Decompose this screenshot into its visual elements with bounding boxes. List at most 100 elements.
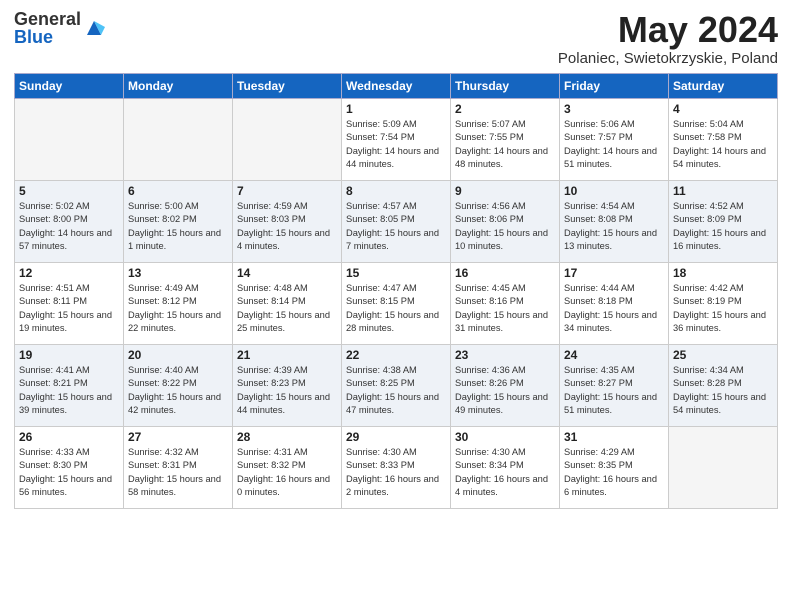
sunset-label: Sunset: 8:19 PM <box>673 296 742 306</box>
table-row: 31Sunrise: 4:29 AMSunset: 8:35 PMDayligh… <box>560 426 669 508</box>
table-row: 9 Sunrise: 4:56 AMSunset: 8:06 PMDaylight… <box>451 180 560 262</box>
day-info: Sunrise: 4:44 AMSunset: 8:18 PMDaylight:… <box>564 282 664 336</box>
sunrise-label: Sunrise: 5:04 AM <box>673 119 744 129</box>
col-tuesday: Tuesday <box>233 73 342 98</box>
sunrise-label: Sunrise: 4:34 AM <box>673 365 744 375</box>
col-monday: Monday <box>124 73 233 98</box>
daylight-label: Daylight: 15 hours and 58 minutes. <box>128 474 221 497</box>
day-number: 3 <box>564 102 664 116</box>
day-number: 12 <box>19 266 119 280</box>
sunset-label: Sunset: 8:27 PM <box>564 378 633 388</box>
day-info: Sunrise: 4:45 AMSunset: 8:16 PMDaylight:… <box>455 282 555 336</box>
day-number: 10 <box>564 184 664 198</box>
sunrise-label: Sunrise: 4:48 AM <box>237 283 308 293</box>
daylight-label: Daylight: 14 hours and 48 minutes. <box>455 146 548 169</box>
table-row: 10 Sunrise: 4:54 AMSunset: 8:08 PMDayligh… <box>560 180 669 262</box>
sunrise-label: Sunrise: 4:44 AM <box>564 283 635 293</box>
sunset-label: Sunset: 7:55 PM <box>455 132 524 142</box>
sunset-label: Sunset: 8:12 PM <box>128 296 197 306</box>
daylight-label: Daylight: 15 hours and 16 minutes. <box>673 228 766 251</box>
sunrise-label: Sunrise: 4:30 AM <box>346 447 417 457</box>
daylight-label: Daylight: 15 hours and 28 minutes. <box>346 310 439 333</box>
day-number: 4 <box>673 102 773 116</box>
daylight-label: Daylight: 15 hours and 44 minutes. <box>237 392 330 415</box>
calendar-week-row: 12 Sunrise: 4:51 AM Sunset: 8:11 PM Dayligh… <box>15 262 778 344</box>
day-info: Sunrise: 4:34 AM Sunset: 8:28 PM Daylight:… <box>673 364 773 418</box>
sunrise-label: Sunrise: 5:07 AM <box>455 119 526 129</box>
sunset-label: Sunset: 8:11 PM <box>19 296 87 306</box>
calendar-week-row: 1Sunrise: 5:09 AMSunset: 7:54 PMDaylight… <box>15 98 778 180</box>
day-number: 2 <box>455 102 555 116</box>
sunset-label: Sunset: 8:03 PM <box>237 214 306 224</box>
sunset-label: Sunset: 8:30 PM <box>19 460 88 470</box>
table-row: 7Sunrise: 4:59 AMSunset: 8:03 PMDaylight… <box>233 180 342 262</box>
day-info: Sunrise: 4:32 AM Sunset: 8:31 PM Daylight:… <box>128 446 228 500</box>
day-info: Sunrise: 4:49 AMSunset: 8:12 PMDaylight:… <box>128 282 228 336</box>
day-number: 26 <box>19 430 119 444</box>
daylight-label: Daylight: 15 hours and 51 minutes. <box>564 392 657 415</box>
sunset-label: Sunset: 8:31 PM <box>128 460 197 470</box>
sunrise-label: Sunrise: 4:52 AM <box>673 201 744 211</box>
day-info: Sunrise: 4:54 AMSunset: 8:08 PMDaylight:… <box>564 200 664 254</box>
day-number: 21 <box>237 348 337 362</box>
daylight-label: Daylight: 14 hours and 54 minutes. <box>673 146 766 169</box>
day-info: Sunrise: 4:51 AM Sunset: 8:11 PM Daylight:… <box>19 282 119 336</box>
calendar-week-row: 19Sunrise: 4:41 AMSunset: 8:21 PMDayligh… <box>15 344 778 426</box>
table-row: 6Sunrise: 5:00 AMSunset: 8:02 PMDaylight… <box>124 180 233 262</box>
sunset-label: Sunset: 7:54 PM <box>346 132 415 142</box>
sunset-label: Sunset: 8:21 PM <box>19 378 88 388</box>
sunset-label: Sunset: 8:25 PM <box>346 378 415 388</box>
sunrise-label: Sunrise: 4:32 AM <box>128 447 199 457</box>
sunset-label: Sunset: 8:34 PM <box>455 460 524 470</box>
table-row: 29Sunrise: 4:30 AMSunset: 8:33 PMDayligh… <box>342 426 451 508</box>
logo-icon <box>83 17 105 39</box>
sunrise-label: Sunrise: 5:06 AM <box>564 119 635 129</box>
sunset-label: Sunset: 8:05 PM <box>346 214 415 224</box>
calendar: Sunday Monday Tuesday Wednesday Thursday… <box>14 73 778 509</box>
table-row: 11Sunrise: 4:52 AMSunset: 8:09 PMDayligh… <box>669 180 778 262</box>
sunset-label: Sunset: 8:28 PM <box>673 378 742 388</box>
logo: General Blue <box>14 10 105 46</box>
col-thursday: Thursday <box>451 73 560 98</box>
table-row <box>233 98 342 180</box>
day-number: 9 <box>455 184 555 198</box>
daylight-label: Daylight: 15 hours and 13 minutes. <box>564 228 657 251</box>
daylight-label: Daylight: 15 hours and 31 minutes. <box>455 310 548 333</box>
day-number: 23 <box>455 348 555 362</box>
page: General Blue May 2024 Polaniec, Swietokr… <box>0 0 792 612</box>
sunrise-label: Sunrise: 4:51 AM <box>19 283 90 293</box>
daylight-label: Daylight: 15 hours and 56 minutes. <box>19 474 112 497</box>
table-row: 4 Sunrise: 5:04 AM Sunset: 7:58 PM Daylight… <box>669 98 778 180</box>
day-info: Sunrise: 4:41 AMSunset: 8:21 PMDaylight:… <box>19 364 119 418</box>
day-info: Sunrise: 4:57 AMSunset: 8:05 PMDaylight:… <box>346 200 446 254</box>
logo-blue: Blue <box>14 28 81 46</box>
daylight-label: Daylight: 15 hours and 54 minutes. <box>673 392 766 415</box>
daylight-label: Daylight: 15 hours and 47 minutes. <box>346 392 439 415</box>
sunset-label: Sunset: 7:58 PM <box>673 132 742 142</box>
calendar-week-row: 26Sunrise: 4:33 AMSunset: 8:30 PMDayligh… <box>15 426 778 508</box>
day-info: Sunrise: 5:02 AMSunset: 8:00 PMDaylight:… <box>19 200 119 254</box>
day-number: 18 <box>673 266 773 280</box>
table-row: 3Sunrise: 5:06 AMSunset: 7:57 PMDaylight… <box>560 98 669 180</box>
daylight-label: Daylight: 15 hours and 49 minutes. <box>455 392 548 415</box>
sunrise-label: Sunrise: 5:00 AM <box>128 201 199 211</box>
table-row: 12 Sunrise: 4:51 AM Sunset: 8:11 PM Dayligh… <box>15 262 124 344</box>
sunrise-label: Sunrise: 4:57 AM <box>346 201 417 211</box>
sunset-label: Sunset: 8:08 PM <box>564 214 633 224</box>
sunset-label: Sunset: 8:32 PM <box>237 460 306 470</box>
day-info: Sunrise: 4:35 AMSunset: 8:27 PMDaylight:… <box>564 364 664 418</box>
sunrise-label: Sunrise: 5:09 AM <box>346 119 417 129</box>
day-info: Sunrise: 4:56 AMSunset: 8:06 PMDaylight:… <box>455 200 555 254</box>
logo-text: General Blue <box>14 10 81 46</box>
sunset-label: Sunset: 8:26 PM <box>455 378 524 388</box>
sunset-label: Sunset: 8:35 PM <box>564 460 633 470</box>
day-number: 24 <box>564 348 664 362</box>
table-row: 22Sunrise: 4:38 AMSunset: 8:25 PMDayligh… <box>342 344 451 426</box>
day-info: Sunrise: 4:40 AMSunset: 8:22 PMDaylight:… <box>128 364 228 418</box>
daylight-label: Daylight: 15 hours and 34 minutes. <box>564 310 657 333</box>
sunrise-label: Sunrise: 4:41 AM <box>19 365 90 375</box>
daylight-label: Daylight: 15 hours and 19 minutes. <box>19 310 112 333</box>
calendar-header-row: Sunday Monday Tuesday Wednesday Thursday… <box>15 73 778 98</box>
day-number: 16 <box>455 266 555 280</box>
sunrise-label: Sunrise: 4:36 AM <box>455 365 526 375</box>
